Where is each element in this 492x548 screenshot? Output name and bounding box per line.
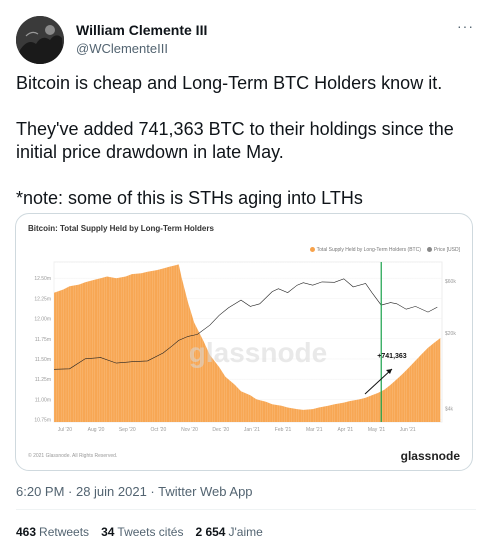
chart-image-card[interactable]: Bitcoin: Total Supply Held by Long-Term … (15, 213, 473, 471)
annotation-label: +741,363 (377, 353, 406, 360)
x-tick-label: Sep '20 (119, 427, 136, 433)
legend-label-lth: Total Supply Held by Long-Term Holders (… (316, 247, 421, 253)
y-right-tick-label: $4k (445, 406, 454, 412)
x-tick-label: Oct '20 (151, 427, 167, 433)
x-tick-label: Nov '20 (181, 427, 198, 433)
y-right-tick-label: $20k (445, 331, 456, 337)
author-handle[interactable]: @WClementeIII (76, 41, 168, 56)
y-left-tick-label: 10.75m (34, 418, 51, 424)
x-tick-label: Dec '20 (212, 427, 229, 433)
y-left-tick-label: 11.75m (35, 337, 51, 343)
watermark: glassnode (189, 337, 327, 368)
x-tick-label: Jun '21 (400, 427, 416, 433)
author-name[interactable]: William Clemente III (76, 22, 207, 38)
x-tick-label: Mar '21 (306, 427, 323, 433)
x-tick-label: May '21 (368, 427, 386, 433)
likes-count[interactable]: 2 654 J'aime (195, 525, 262, 539)
chart-plot: 10.75m 11.00m 11.25m 11.50m 11.75m 12.00m 12.2… (34, 261, 456, 433)
legend-item-price: Price [USD] (426, 247, 460, 253)
tweet-paragraph-3: *note: some of this is STHs aging into L… (16, 188, 363, 208)
y-left-tick-label: 11.00m (35, 397, 51, 403)
glassnode-logo: glassnode (400, 449, 460, 463)
chart-title: Bitcoin: Total Supply Held by Long-Term … (28, 224, 214, 233)
y-left-tick-label: 12.00m (34, 317, 51, 323)
y-left-tick-label: 11.50m (35, 357, 51, 363)
retweets-count[interactable]: 463 Retweets (16, 525, 89, 539)
x-tick-label: Apr '21 (338, 427, 354, 433)
y-left-tick-label: 12.25m (34, 296, 51, 302)
x-tick-label: Aug '20 (88, 427, 105, 433)
y-left-tick-label: 11.25m (35, 377, 51, 383)
tweet-paragraph-2: They've added 741,363 BTC to their holdi… (16, 119, 454, 162)
chart-copyright: © 2021 Glassnode. All Rights Reserved. (28, 453, 118, 459)
divider (16, 509, 476, 510)
chart-legend: Total Supply Held by Long-Term Holders (… (309, 247, 460, 253)
legend-item-lth: Total Supply Held by Long-Term Holders (… (309, 247, 421, 253)
legend-label-price: Price [USD] (433, 247, 460, 253)
quote-tweets-count[interactable]: 34 Tweets cités (101, 525, 183, 539)
tweet-text: Bitcoin is cheap and Long-Term BTC Holde… (16, 72, 476, 233)
more-options-icon[interactable]: ··· (457, 18, 474, 34)
y-right-tick-label: $60k (445, 279, 456, 285)
x-tick-label: Jul '20 (58, 427, 73, 433)
x-tick-label: Jan '21 (244, 427, 260, 433)
tweet-paragraph-1: Bitcoin is cheap and Long-Term BTC Holde… (16, 73, 443, 93)
tweet-stats: 463 Retweets 34 Tweets cités 2 654 J'aime (16, 525, 263, 539)
tweet-timestamp[interactable]: 6:20 PM · 28 juin 2021 · Twitter Web App (16, 484, 253, 499)
avatar[interactable] (16, 16, 64, 64)
y-left-tick-label: 12.50m (34, 276, 51, 282)
avatar-image (16, 16, 64, 64)
x-tick-label: Feb '21 (275, 427, 292, 433)
